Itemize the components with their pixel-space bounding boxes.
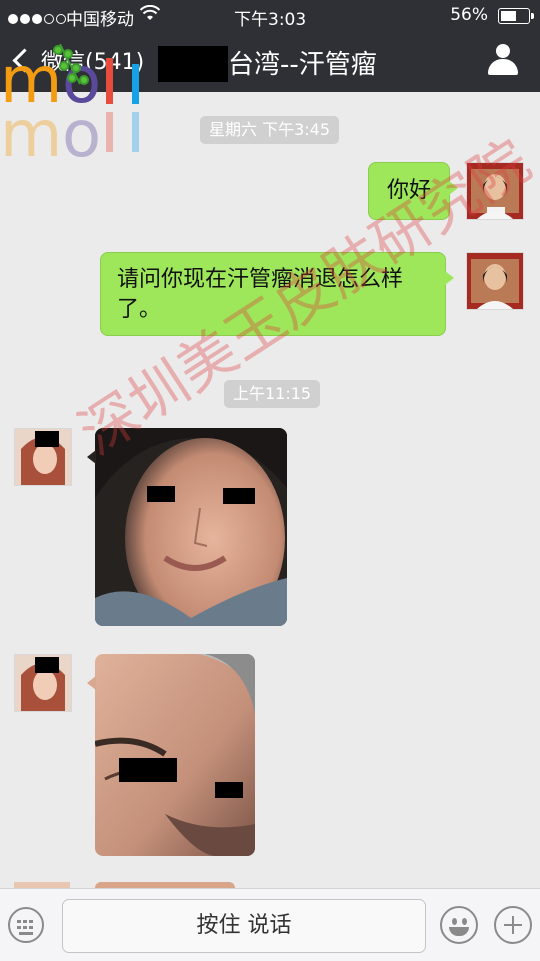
eye-censor-bar <box>119 758 177 782</box>
back-label: 微信(541) <box>41 50 145 75</box>
status-time: 下午3:03 <box>234 10 307 30</box>
navigation-bar: 微信(541) 台湾--汗管瘤 <box>0 30 540 92</box>
photo-message[interactable] <box>95 654 255 856</box>
svg-text:o: o <box>62 98 101 164</box>
carrier-name: 中国移动 <box>66 10 134 30</box>
battery-percentage: 56% <box>450 5 488 25</box>
chevron-left-icon <box>12 47 37 73</box>
status-bar: 中国移动 下午3:03 56% <box>0 0 540 30</box>
wifi-icon <box>139 4 161 26</box>
svg-text:m: m <box>0 98 62 164</box>
top-bar: 中国移动 下午3:03 56% 微信(541) 台湾--汗管瘤 <box>0 0 540 92</box>
emoji-icon[interactable] <box>440 906 478 944</box>
redacted-name-block <box>158 46 228 82</box>
chat-title: 台湾--汗管瘤 <box>228 50 377 80</box>
timestamp-divider: 星期六 下午3:45 <box>200 116 340 144</box>
person-icon[interactable] <box>488 44 518 76</box>
input-bar: 按住 说话 <box>0 888 540 961</box>
battery-icon <box>498 8 534 24</box>
back-button[interactable]: 微信(541) <box>10 40 144 80</box>
plus-icon[interactable] <box>494 906 532 944</box>
eye-censor-bar <box>215 782 243 798</box>
keyboard-icon[interactable] <box>8 907 44 943</box>
avatar[interactable] <box>14 428 72 486</box>
avatar[interactable] <box>14 654 72 712</box>
bubble-tail <box>87 676 96 690</box>
signal-strength-icon <box>8 9 68 29</box>
eye-censor-bar <box>223 488 255 504</box>
hold-to-talk-button[interactable]: 按住 说话 <box>62 899 426 953</box>
eye-censor-bar <box>147 486 175 502</box>
avatar[interactable] <box>466 252 524 310</box>
